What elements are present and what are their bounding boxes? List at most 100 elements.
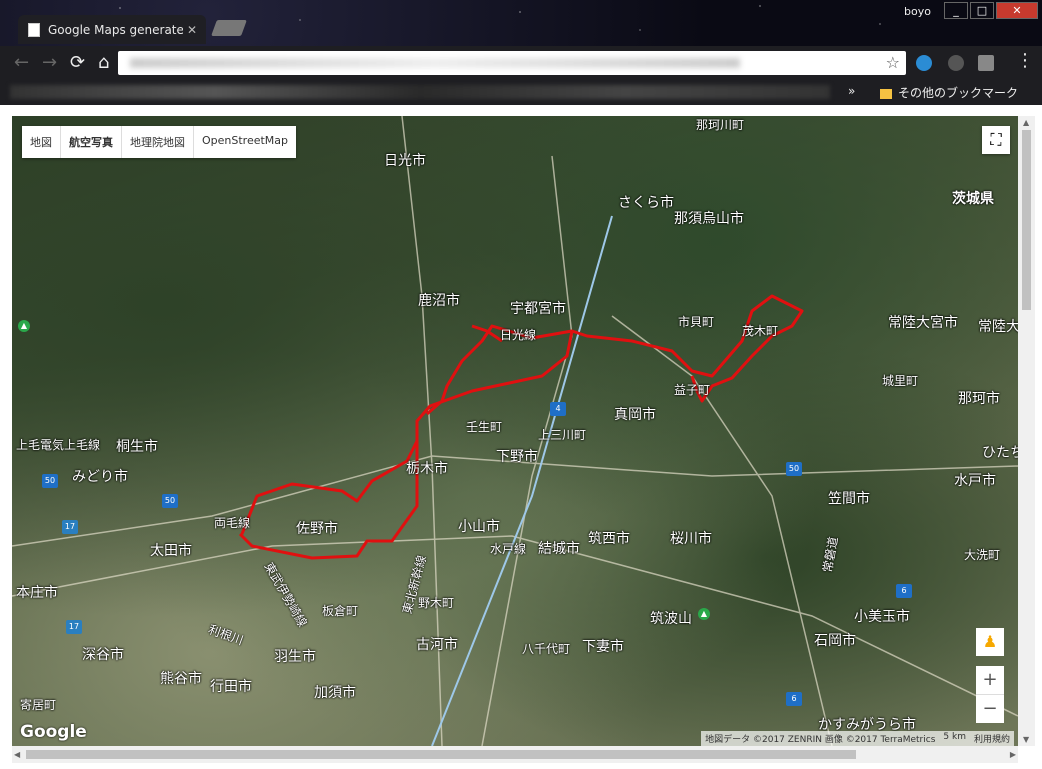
scale-bar[interactable]: 5 km xyxy=(943,732,966,745)
map-label: ひたち xyxy=(982,445,1018,461)
map-label: 日光線 xyxy=(500,328,537,342)
route-shield: 6 xyxy=(786,692,802,706)
map-label: 八千代町 xyxy=(522,642,571,656)
map-type-osm[interactable]: OpenStreetMap xyxy=(194,126,296,158)
bookmark-star-icon[interactable]: ☆ xyxy=(886,53,900,72)
scroll-right-icon[interactable]: ▶ xyxy=(1010,750,1016,759)
map-label: 栃木市 xyxy=(406,461,448,477)
map-label: 水戸市 xyxy=(954,473,996,489)
route-track xyxy=(238,294,804,560)
map-label: 那珂市 xyxy=(958,391,1000,407)
map-label: 下野市 xyxy=(496,449,538,465)
map-label: 熊谷市 xyxy=(160,671,202,687)
profile-name[interactable]: boyo xyxy=(904,5,931,18)
map-label: 常陸大宮市 xyxy=(888,315,958,331)
mountain-peak-icon: ▲ xyxy=(698,608,710,620)
terms-link[interactable]: 利用規約 xyxy=(974,732,1010,745)
map-type-control: 地図 航空写真 地理院地図 OpenStreetMap xyxy=(22,126,297,158)
map-label: 寄居町 xyxy=(20,698,57,712)
new-tab-button[interactable] xyxy=(211,20,247,36)
route-shield: 17 xyxy=(66,620,82,634)
map-attribution: 地図データ ©2017 ZENRIN 画像 ©2017 TerraMetrics… xyxy=(701,731,1014,746)
forward-icon[interactable]: → xyxy=(42,52,57,73)
route-shield: 17 xyxy=(62,520,78,534)
maximize-button[interactable]: □ xyxy=(970,2,994,19)
close-tab-icon[interactable]: ✕ xyxy=(187,23,197,37)
other-bookmarks-folder[interactable]: その他のブックマーク xyxy=(880,84,1018,101)
map-label: 茂木町 xyxy=(742,324,779,338)
title-bar: Google Maps generate ✕ boyo _ □ ✕ xyxy=(0,0,1042,46)
map-label: 桐生市 xyxy=(116,439,158,455)
map-label: 小美玉市 xyxy=(854,609,910,625)
map-label: 小山市 xyxy=(458,519,500,535)
map-label: 那須烏山市 xyxy=(674,211,744,227)
map-type-gsi[interactable]: 地理院地図 xyxy=(122,126,194,158)
route-shield: 6 xyxy=(896,584,912,598)
map-type-roadmap[interactable]: 地図 xyxy=(22,126,61,158)
browser-toolbar: ← → ⟳ ⌂ ☆ ⋮ xyxy=(0,46,1042,80)
route-shield: 50 xyxy=(162,494,178,508)
route-shield: 50 xyxy=(786,462,802,476)
scroll-left-icon[interactable]: ◀ xyxy=(14,750,20,759)
mountain-peak-icon: ▲ xyxy=(18,320,30,332)
map-label: 石岡市 xyxy=(814,633,856,649)
map-label: 太田市 xyxy=(150,543,192,559)
blurred-bookmarks xyxy=(10,85,830,99)
map-label: 結城市 xyxy=(538,541,580,557)
map-label: 宇都宮市 xyxy=(510,301,566,317)
page-icon xyxy=(28,22,40,37)
fullscreen-button[interactable]: ⛶ xyxy=(982,126,1010,154)
bookmarks-bar: » その他のブックマーク xyxy=(0,80,1042,105)
extension-circle-icon[interactable] xyxy=(948,55,964,71)
back-icon[interactable]: ← xyxy=(14,52,29,73)
route-shield: 4 xyxy=(550,402,566,416)
attribution-text: 地図データ ©2017 ZENRIN 画像 ©2017 TerraMetrics xyxy=(705,735,936,745)
map-label: 板倉町 xyxy=(322,604,359,618)
folder-icon xyxy=(880,88,892,99)
minimize-button[interactable]: _ xyxy=(944,2,968,19)
close-window-button[interactable]: ✕ xyxy=(996,2,1038,19)
map-label: 加須市 xyxy=(314,685,356,701)
google-logo: Google xyxy=(20,722,87,742)
map-label: 桜川市 xyxy=(670,531,712,547)
menu-icon[interactable]: ⋮ xyxy=(1016,50,1034,71)
blurred-url xyxy=(130,58,740,68)
map-label: 日光市 xyxy=(384,153,426,169)
extension-e-icon[interactable] xyxy=(916,55,932,71)
bookmarks-overflow-button[interactable]: » xyxy=(848,84,855,98)
zoom-control: + − xyxy=(976,666,1004,723)
map-label: 本庄市 xyxy=(16,585,58,601)
map-label: 佐野市 xyxy=(296,521,338,537)
horizontal-scroll-thumb[interactable] xyxy=(26,750,856,759)
horizontal-scrollbar[interactable]: ◀ ▶ xyxy=(12,746,1018,763)
vertical-scroll-thumb[interactable] xyxy=(1022,130,1031,310)
home-icon[interactable]: ⌂ xyxy=(98,52,109,73)
map-label: 壬生町 xyxy=(466,420,503,434)
map-label: 行田市 xyxy=(210,679,252,695)
street-view-pegman-icon[interactable]: ♟ xyxy=(976,628,1004,656)
scroll-down-icon[interactable]: ▼ xyxy=(1023,735,1029,744)
map-label: 野木町 xyxy=(418,596,455,610)
extension-box-icon[interactable] xyxy=(978,55,994,71)
map-label: 城里町 xyxy=(882,374,919,388)
reload-icon[interactable]: ⟳ xyxy=(70,52,85,73)
zoom-out-button[interactable]: − xyxy=(976,695,1004,723)
map-label: 羽生市 xyxy=(274,649,316,665)
map-label: 笠間市 xyxy=(828,491,870,507)
map-viewport[interactable]: 日光市 さくら市 那須烏山市 那珂川町 茨城県 鹿沼市 宇都宮市 日光線 市貝町… xyxy=(12,116,1018,746)
map-label: 茨城県 xyxy=(952,191,994,207)
map-type-satellite[interactable]: 航空写真 xyxy=(61,126,122,158)
browser-tab[interactable]: Google Maps generate ✕ xyxy=(18,15,206,44)
zoom-in-button[interactable]: + xyxy=(976,666,1004,694)
map-label: 上毛電気上毛線 xyxy=(16,438,101,452)
map-label: 筑波山 xyxy=(650,611,692,627)
map-label: 市貝町 xyxy=(678,315,715,329)
address-bar[interactable]: ☆ xyxy=(118,51,906,75)
vertical-scrollbar[interactable]: ▲ ▼ xyxy=(1018,116,1035,746)
map-label: みどり市 xyxy=(72,469,128,485)
map-label: 両毛線 xyxy=(214,516,251,530)
map-label: 大洗町 xyxy=(964,548,1001,562)
map-label: 深谷市 xyxy=(82,647,124,663)
map-label: 下妻市 xyxy=(582,639,624,655)
scroll-up-icon[interactable]: ▲ xyxy=(1023,118,1029,127)
